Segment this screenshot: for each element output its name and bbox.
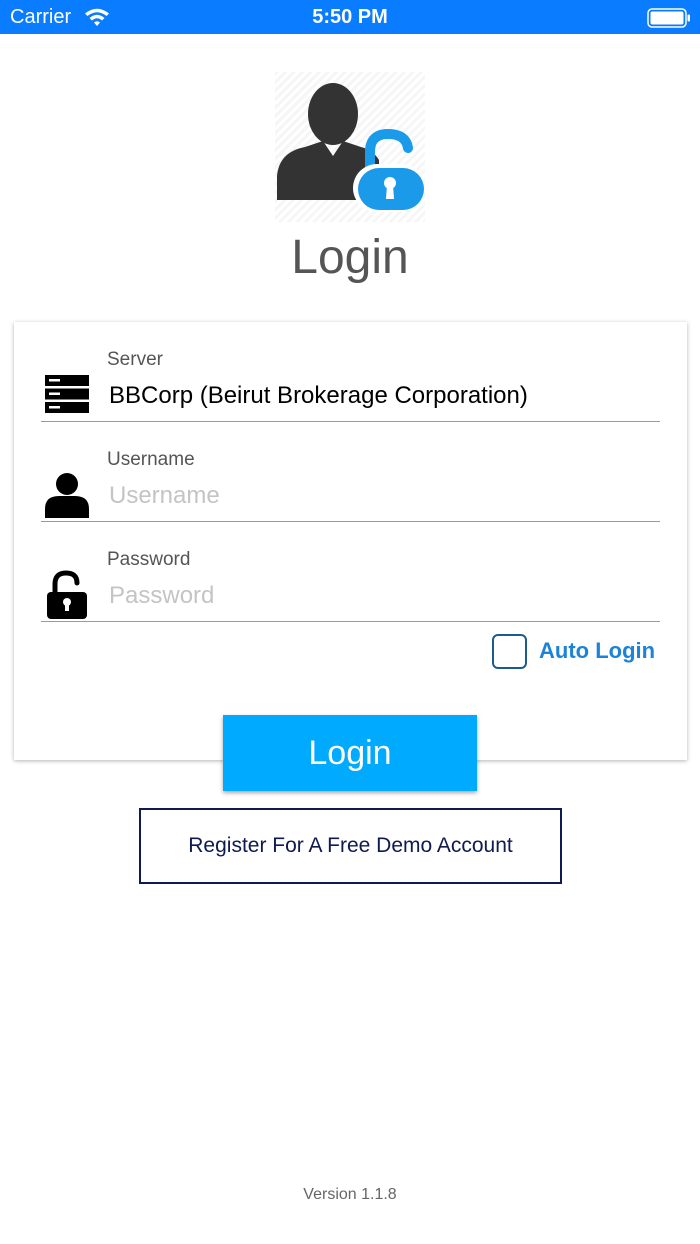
username-input[interactable] — [109, 476, 654, 516]
unlock-icon — [47, 570, 87, 619]
app-logo — [275, 72, 425, 222]
login-button[interactable]: Login — [223, 715, 477, 791]
auto-login-checkbox[interactable] — [492, 633, 527, 669]
register-demo-button[interactable]: Register For A Free Demo Account — [139, 808, 562, 884]
auto-login-toggle[interactable]: Auto Login — [492, 633, 655, 669]
status-bar: Carrier 5:50 PM — [0, 0, 700, 34]
user-lock-icon — [277, 83, 425, 212]
status-time: 5:50 PM — [312, 6, 388, 28]
auto-login-label[interactable]: Auto Login — [539, 638, 655, 664]
password-label: Password — [107, 549, 191, 570]
server-value[interactable] — [109, 376, 654, 416]
username-label: Username — [107, 449, 195, 470]
password-field[interactable]: Password — [41, 522, 660, 622]
password-input[interactable] — [109, 576, 654, 616]
battery-icon — [647, 8, 690, 28]
login-card: Server Username Password Auto Login — [14, 322, 687, 760]
server-icon — [45, 375, 89, 413]
server-label: Server — [107, 349, 163, 370]
page-title: Login — [291, 231, 409, 284]
server-field[interactable]: Server — [41, 322, 660, 422]
version-label: Version 1.1.8 — [303, 1186, 397, 1203]
user-icon — [45, 473, 89, 518]
username-field[interactable]: Username — [41, 422, 660, 522]
